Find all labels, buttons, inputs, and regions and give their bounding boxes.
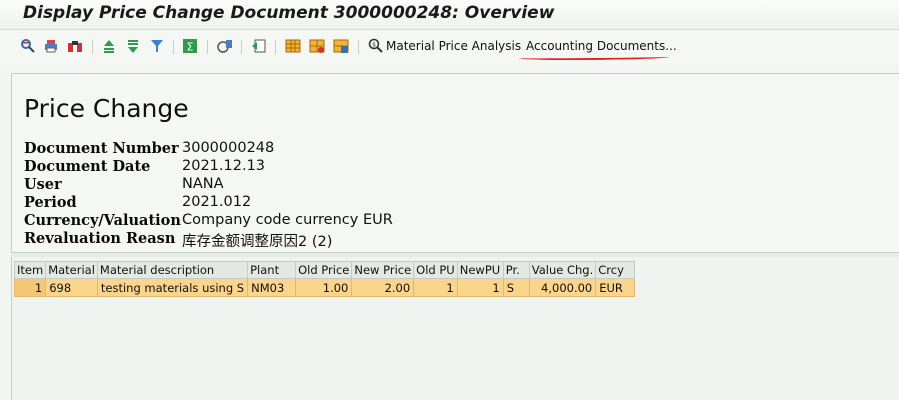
grid-header-row: Item Material Material description Plant…: [13, 261, 636, 279]
column-header-currency[interactable]: Crcy: [595, 261, 636, 279]
svg-text:$: $: [372, 42, 376, 49]
cell-plant[interactable]: NM03: [247, 278, 297, 297]
cell-new-price[interactable]: 2.00: [351, 278, 415, 297]
print-icon[interactable]: [43, 38, 59, 54]
accounting-documents-button[interactable]: Accounting Documents...: [526, 39, 677, 53]
table-row[interactable]: 1 698 testing materials using S NM03 1.0…: [13, 278, 636, 297]
toolbar-separator: [92, 40, 93, 54]
field-document-number: Document Number 3000000248: [24, 140, 624, 158]
cell-material[interactable]: 698: [45, 278, 98, 297]
field-value: 2021.012: [182, 194, 252, 210]
layout-save-icon[interactable]: [333, 38, 349, 54]
field-label: Currency/Valuation: [24, 212, 181, 229]
filter-icon[interactable]: [149, 38, 165, 54]
find-icon[interactable]: [67, 38, 83, 54]
field-period: Period 2021.012: [24, 194, 624, 212]
layout-select-icon[interactable]: [285, 38, 301, 54]
material-price-analysis-button[interactable]: Material Price Analysis: [386, 39, 521, 53]
field-value: 库存金额调整原因2 (2): [182, 234, 333, 250]
svg-text:Σ: Σ: [187, 41, 194, 54]
toolbar-separator: [358, 40, 359, 54]
column-header-old-price[interactable]: Old Price: [295, 261, 353, 279]
cell-price-control[interactable]: S: [502, 278, 530, 297]
header-panel: Price Change Document Number 3000000248 …: [11, 73, 899, 253]
field-label: Document Number: [24, 140, 179, 157]
material-analysis-icon: $: [368, 38, 384, 54]
subtotal-icon[interactable]: [217, 38, 233, 54]
column-header-price-control[interactable]: Pr.: [502, 261, 530, 279]
column-header-material[interactable]: Material: [45, 261, 98, 279]
sum-icon[interactable]: Σ: [182, 38, 198, 54]
column-header-description[interactable]: Material description: [96, 261, 249, 279]
cell-value-change[interactable]: 4,000.00: [528, 278, 597, 297]
toolbar-separator: [173, 40, 174, 54]
toolbar-separator: [241, 40, 242, 54]
toolbar-separator: [207, 40, 208, 54]
detail-icon[interactable]: [20, 38, 36, 54]
cell-old-pu[interactable]: 1: [413, 278, 458, 297]
items-grid: Item Material Material description Plant…: [13, 261, 636, 297]
field-value: NANA: [182, 176, 224, 192]
column-header-new-pu[interactable]: NewPU: [456, 261, 504, 279]
field-label: Period: [24, 194, 77, 211]
header-fields: Document Number 3000000248 Document Date…: [24, 140, 624, 250]
column-header-plant[interactable]: Plant: [247, 261, 297, 279]
field-revaluation-reason: Revaluation Reasn 库存金额调整原因2 (2): [24, 230, 624, 250]
column-header-old-pu[interactable]: Old PU: [413, 261, 458, 279]
field-value: 3000000248: [182, 140, 275, 156]
items-grid-area: Item Material Material description Plant…: [11, 257, 899, 400]
export-icon[interactable]: [251, 38, 267, 54]
panel-title: Price Change: [24, 94, 189, 123]
field-value: 2021.12.13: [182, 158, 266, 174]
column-header-new-price[interactable]: New Price: [351, 261, 415, 279]
column-header-value-change[interactable]: Value Chg.: [528, 261, 597, 279]
field-label: Document Date: [24, 158, 151, 175]
cell-old-price[interactable]: 1.00: [295, 278, 353, 297]
toolbar-separator: [275, 40, 276, 54]
cell-item[interactable]: 1: [13, 278, 47, 297]
application-toolbar: Σ $ Material Price Analysis Accounting D…: [0, 31, 899, 65]
layout-change-icon[interactable]: [309, 38, 325, 54]
title-bar: Display Price Change Document 3000000248…: [0, 0, 899, 30]
field-value: Company code currency EUR: [182, 212, 393, 228]
column-header-item[interactable]: Item: [13, 261, 47, 279]
field-label: Revaluation Reasn: [24, 230, 176, 247]
sort-descending-icon[interactable]: [125, 38, 141, 54]
sort-ascending-icon[interactable]: [101, 38, 117, 54]
field-label: User: [24, 176, 62, 193]
cell-currency[interactable]: EUR: [595, 278, 636, 297]
field-document-date: Document Date 2021.12.13: [24, 158, 624, 176]
field-currency-valuation: Currency/Valuation Company code currency…: [24, 212, 624, 230]
cell-description[interactable]: testing materials using S: [96, 278, 249, 297]
cell-new-pu[interactable]: 1: [456, 278, 504, 297]
window-title: Display Price Change Document 3000000248…: [23, 3, 555, 23]
field-user: User NANA: [24, 176, 624, 194]
